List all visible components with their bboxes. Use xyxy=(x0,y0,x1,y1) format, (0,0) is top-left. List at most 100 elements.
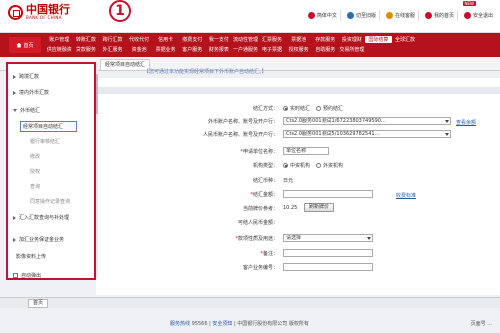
bottom-tab-home[interactable]: 首页 xyxy=(28,299,49,308)
nav-item[interactable]: 贷款服务 xyxy=(73,46,100,53)
nav-home-label: 首页 xyxy=(23,42,34,49)
nav-item[interactable]: 转账汇款 xyxy=(73,36,100,43)
nav-item[interactable]: 交易所管理 xyxy=(339,46,366,53)
checkbox-label: 自动弹出 xyxy=(21,273,42,279)
submenu-item-auto-settlement[interactable]: 经常项目自动结汇 xyxy=(20,121,77,132)
nav-item[interactable]: 全球汇款 xyxy=(392,36,419,43)
submenu-item[interactable]: 查询 xyxy=(30,183,40,190)
option-label: 外资机构 xyxy=(323,163,344,169)
menu-item-deposit-business[interactable]: 加汇业务保证金业务 xyxy=(13,236,64,243)
menu-item-domestic-fx-remittance[interactable]: 境内外币汇款 xyxy=(13,89,49,96)
menu-item-cross-border-remittance[interactable]: 跨境汇款 xyxy=(13,73,39,80)
nav-item[interactable]: 供应链融资 xyxy=(46,46,73,53)
logout-label: 安全退出 xyxy=(472,13,493,19)
nav-item[interactable]: 信用卡 xyxy=(152,36,179,43)
nav-item[interactable]: 我一支付 xyxy=(206,36,233,43)
rmb-amount-label: 可结人民币金额： xyxy=(237,220,278,226)
chevron-right-icon xyxy=(13,237,16,242)
language-link[interactable]: 简体中文 xyxy=(305,10,341,21)
online-service-link[interactable]: 在线客服 xyxy=(383,10,419,21)
menu-scrollbar[interactable] xyxy=(96,64,98,278)
currency-label: 结汇币种： xyxy=(252,178,278,184)
nav-item[interactable]: 电子票据 xyxy=(259,46,286,53)
org-type-foreign[interactable]: 外资机构 xyxy=(316,162,343,169)
settlement-mode-group: 实时结汇 预约结汇 xyxy=(283,105,343,112)
org-type-domestic[interactable]: 中资机构 xyxy=(283,162,310,169)
rmb-account-select[interactable]: Cts2.0服务001测试5/103629782541... xyxy=(283,130,451,138)
page-code: 页面号 ... xyxy=(470,321,492,327)
nav-item[interactable]: 票据业务 xyxy=(152,46,179,53)
chevron-right-icon xyxy=(13,74,16,79)
bank-logo-icon xyxy=(8,4,23,20)
checkbox-icon xyxy=(13,273,18,278)
nav-item[interactable]: 票据池 xyxy=(285,36,312,43)
submenu-item[interactable]: 授权 xyxy=(30,168,40,175)
nav-item[interactable]: 投资理财 xyxy=(339,36,366,43)
submenu-item[interactable]: 银行审核结汇 xyxy=(30,138,60,145)
hotline-number: 95566 xyxy=(191,321,208,327)
amount-input[interactable] xyxy=(283,190,373,198)
nav-item[interactable]: 缴费支付 xyxy=(179,36,206,43)
nature-label: *款项性质及用途： xyxy=(235,236,278,242)
applicant-label-text: 申请单位名称： xyxy=(242,149,278,155)
settlement-mode-scheduled[interactable]: 预约结汇 xyxy=(316,105,343,112)
menu-item-image-upload[interactable]: 影像资料上传 xyxy=(13,253,46,260)
applicant-label: *申请单位名称： xyxy=(240,149,278,155)
rate-label: 当前牌价参考： xyxy=(242,206,278,212)
settlement-mode-realtime[interactable]: 实时结汇 xyxy=(283,105,310,112)
bank-logo[interactable]: 中国银行 BANK OF CHINA xyxy=(8,4,70,20)
menu-item-inward-remittance[interactable]: 汇入汇款查询与补处理 xyxy=(13,214,69,221)
nav-home-button[interactable]: 首页 xyxy=(9,37,41,53)
scrollbar-thumb[interactable] xyxy=(96,74,98,114)
applicant-input[interactable]: 单位名称 xyxy=(283,147,329,155)
security-notice-link[interactable]: 安全须知 xyxy=(212,321,232,327)
refresh-rate-button[interactable]: 刷新牌价 xyxy=(304,203,335,212)
nav-item-international-settlement[interactable]: 国际结算 xyxy=(365,36,392,43)
rmb-account-label: 人民币账户名称、账号及开户行： xyxy=(202,132,278,138)
nav-item[interactable]: 一户通服务 xyxy=(232,46,259,53)
nav-item[interactable]: 自助服务 xyxy=(312,46,339,53)
reference-input[interactable] xyxy=(283,263,373,271)
radio-icon xyxy=(283,106,288,111)
home-icon xyxy=(16,42,22,48)
nav-item[interactable]: 外汇服务 xyxy=(99,46,126,53)
auto-popup-checkbox[interactable]: 自动弹出 xyxy=(13,272,41,279)
nav-row-2: 供应链融资 贷款服务 外汇服务 资金池 票据业务 客户服务 财务报表 一户通服务… xyxy=(46,46,365,53)
menu-item-label: 外币结汇 xyxy=(20,108,41,114)
language-label: 简体中文 xyxy=(316,13,337,19)
org-type-group: 中资机构 外资机构 xyxy=(283,162,343,169)
nature-select[interactable]: 请选择 xyxy=(283,234,373,242)
my-home-link[interactable]: 我的首页 xyxy=(422,10,458,21)
nav-item[interactable]: 资金池 xyxy=(126,46,153,53)
remark-input[interactable] xyxy=(283,249,373,257)
nav-item[interactable]: 账户管理 xyxy=(46,36,73,43)
view-balance-link[interactable]: 查看余额 xyxy=(456,119,476,126)
fee-standard-link[interactable]: 收费标准 xyxy=(396,192,416,199)
menu-item-fx-settlement[interactable]: 外币结汇 xyxy=(13,107,40,114)
chevron-down-icon xyxy=(445,120,449,123)
radio-icon xyxy=(316,106,322,111)
menu-item-label: 加汇业务保证金业务 xyxy=(19,237,65,243)
new-badge: NEW xyxy=(462,1,476,6)
nav-item[interactable]: 跨行汇款 xyxy=(99,36,126,43)
radio-icon xyxy=(283,163,288,168)
hotline-label: 服务热线 xyxy=(170,321,191,327)
nav-item[interactable]: 汇票服务 xyxy=(259,36,286,43)
fx-account-select[interactable]: Cts2.0服务001测试1/67223803749590... xyxy=(283,117,451,125)
option-label: 实时结汇 xyxy=(290,106,311,112)
nav-item[interactable]: 客户服务 xyxy=(179,46,206,53)
logout-link[interactable]: 安全退出 xyxy=(461,10,496,21)
nav-item[interactable]: 代收代付 xyxy=(126,36,153,43)
switch-icon xyxy=(346,12,354,19)
tab-auto-settlement[interactable]: 经常项目自动结汇 xyxy=(100,59,151,70)
submenu-item[interactable]: 修改 xyxy=(30,153,40,160)
old-version-link[interactable]: 切至旧版 xyxy=(344,10,380,21)
nav-item[interactable]: 存款服务 xyxy=(312,36,339,43)
nav-item[interactable]: 财务报表 xyxy=(206,46,233,53)
chevron-down-icon xyxy=(367,237,371,240)
chevron-down-icon xyxy=(445,133,449,136)
org-type-label: 机构类型： xyxy=(252,163,278,169)
nav-item[interactable]: 流动性管理 xyxy=(232,36,259,43)
submenu-item[interactable]: 同意操作记录查询 xyxy=(30,198,70,205)
nav-item[interactable]: 授权服务 xyxy=(285,46,312,53)
